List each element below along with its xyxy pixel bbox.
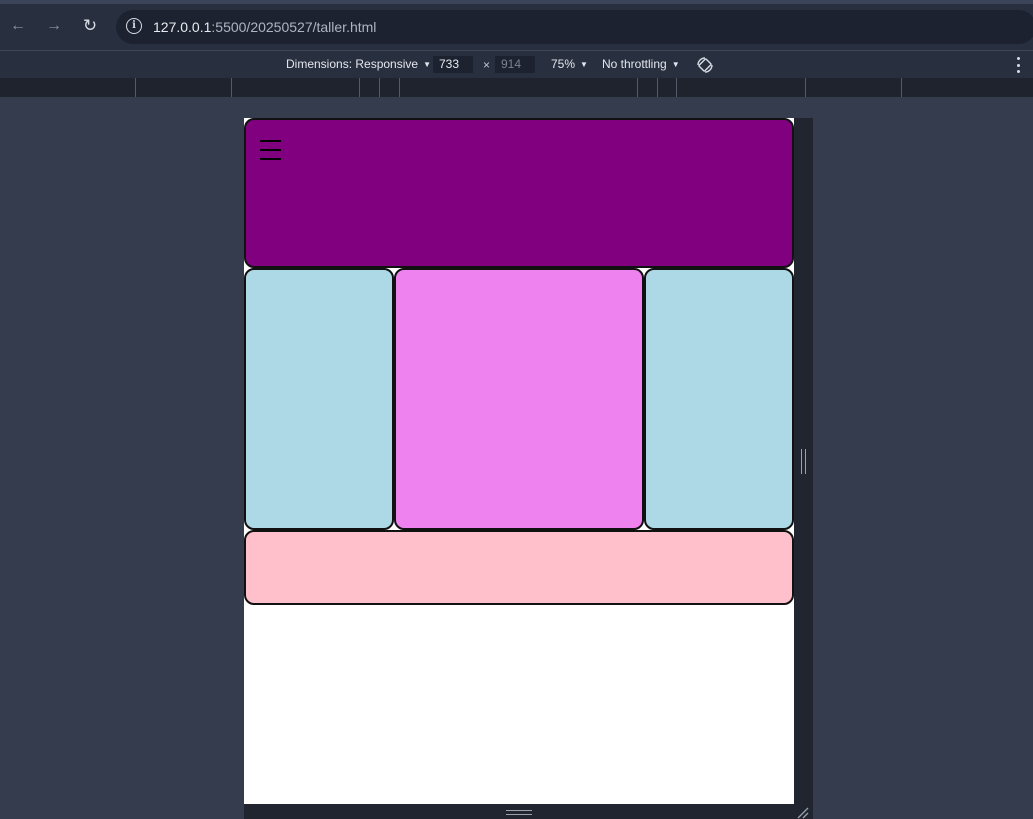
media-query-marker[interactable] (379, 78, 380, 97)
reload-icon[interactable]: ↻ (78, 14, 102, 38)
media-query-marker[interactable] (657, 78, 658, 97)
chevron-down-icon: ▼ (671, 60, 680, 69)
page-viewport (244, 118, 794, 804)
media-query-marker[interactable] (805, 78, 806, 97)
device-toolbar: Dimensions: Responsive ▼ 733 × 914 75% ▼ N… (0, 50, 1033, 78)
media-query-marker[interactable] (231, 78, 232, 97)
more-vertical-icon[interactable] (1015, 57, 1021, 73)
browser-toolbar: ← → ↻ i 127.0.0.1:5500/20250527/taller.h… (0, 4, 1033, 50)
left-sidebar-box (244, 268, 394, 530)
forward-arrow-icon[interactable]: → (42, 14, 66, 38)
throttling-label: No throttling (602, 57, 667, 71)
width-input[interactable]: 733 (433, 56, 473, 73)
address-bar[interactable]: i 127.0.0.1:5500/20250527/taller.html (116, 10, 1033, 44)
zoom-label: 75% (551, 57, 576, 71)
height-input[interactable]: 914 (495, 56, 535, 73)
resize-handle-icon[interactable] (506, 810, 532, 815)
site-info-icon[interactable]: i (126, 18, 142, 34)
url-path: :5500/20250527/taller.html (211, 19, 377, 35)
hamburger-icon[interactable] (260, 140, 281, 160)
media-query-marker[interactable] (676, 78, 677, 97)
media-query-marker[interactable] (637, 78, 638, 97)
dimensions-dropdown[interactable]: Dimensions: Responsive ▼ (286, 57, 431, 71)
zoom-dropdown[interactable]: 75% ▼ (551, 57, 588, 71)
viewport-right-resize-bar[interactable] (794, 118, 813, 819)
media-query-marker[interactable] (901, 78, 902, 97)
footer-box (244, 530, 794, 605)
resize-handle-icon[interactable] (801, 449, 806, 474)
right-sidebar-box (644, 268, 794, 530)
dimensions-label: Dimensions: Responsive (286, 57, 419, 71)
viewport-bottom-resize-bar[interactable] (244, 804, 794, 819)
rotate-icon[interactable] (696, 56, 714, 74)
media-query-marker[interactable] (359, 78, 360, 97)
times-separator: × (483, 58, 491, 72)
url-host: 127.0.0.1 (153, 19, 212, 35)
chevron-down-icon: ▼ (423, 60, 431, 69)
url-text[interactable]: 127.0.0.1:5500/20250527/taller.html (153, 19, 376, 35)
media-query-marker[interactable] (135, 78, 136, 97)
chevron-down-icon: ▼ (580, 60, 588, 69)
main-content-box (394, 268, 644, 530)
corner-resize-icon[interactable] (794, 804, 813, 819)
throttling-dropdown[interactable]: No throttling ▼ (602, 57, 680, 71)
media-query-bar[interactable] (0, 78, 1033, 97)
header-box (244, 118, 794, 268)
back-arrow-icon[interactable]: ← (6, 14, 30, 38)
media-query-marker[interactable] (399, 78, 400, 97)
